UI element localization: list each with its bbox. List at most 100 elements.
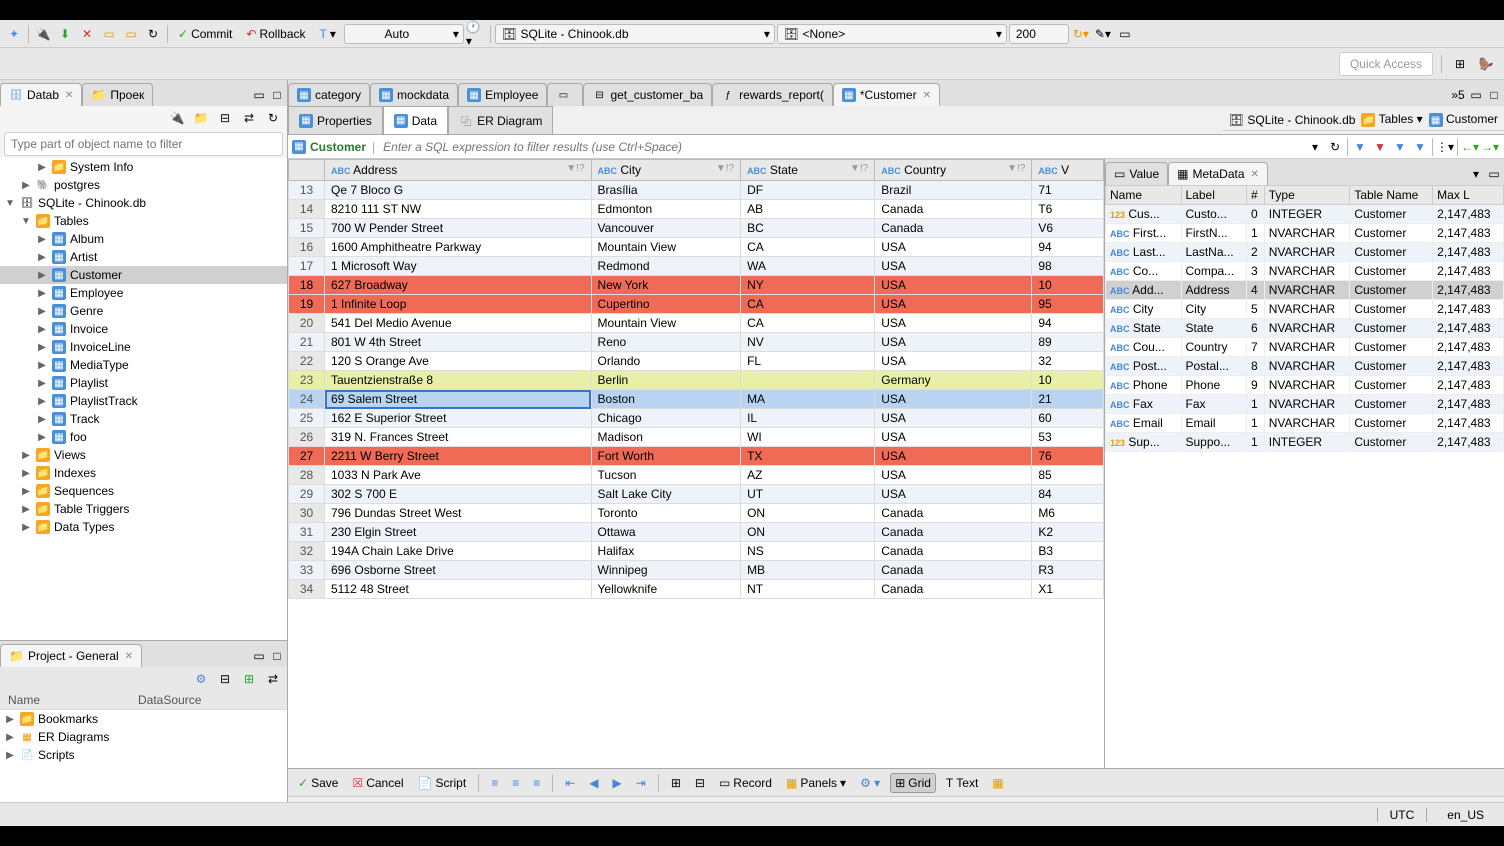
table-row[interactable]: 18627 BroadwayNew YorkNYUSA10 [289,276,1104,295]
table-row[interactable]: 15700 W Pender StreetVancouverBCCanadaV6 [289,219,1104,238]
database-tree[interactable]: ▶📁System Info▶🐘postgres▼🗄SQLite - Chinoo… [0,158,287,640]
table-row[interactable]: 281033 N Park AveTucsonAZUSA85 [289,466,1104,485]
tab-database[interactable]: 🗄Datab✕ [0,83,82,106]
config-icon[interactable]: ⚙ ▾ [856,774,884,792]
commit-button[interactable]: ✓Commit [172,27,238,41]
tree-table-genre[interactable]: ▶▦Genre [0,302,287,320]
filter-custom-icon[interactable]: ▼ [1410,137,1430,157]
data-grid[interactable]: ABC Address▼!?ABC City▼!?ABC State▼!?ABC… [288,159,1104,768]
breadcrumb-db[interactable]: 🗄 SQLite - Chinook.db [1229,113,1356,127]
tab-project-general[interactable]: 📁Project - General✕ [0,644,142,667]
delete-row-icon[interactable]: ⊟ [691,774,709,792]
table-row[interactable]: 33696 Osborne StreetWinnipegMBCanadaR3 [289,561,1104,580]
tree-sysinfo[interactable]: ▶📁System Info [0,158,287,176]
tab-data[interactable]: ▦Data [383,106,448,134]
script-button[interactable]: 📄Script [414,774,471,792]
locale-label[interactable]: en_US [1447,808,1484,822]
table-row[interactable]: 21801 W 4th StreetRenoNVUSA89 [289,333,1104,352]
meta-row[interactable]: ABC CityCity5NVARCHARCustomer2,147,483 [1106,300,1504,319]
schema-select[interactable]: 🗄 <None> [777,24,1007,44]
table-row[interactable]: 23Tauentzienstraße 8BerlinGermany10 [289,371,1104,390]
table-row[interactable]: 22120 S Orange AveOrlandoFLUSA32 [289,352,1104,371]
new-connection-icon[interactable]: ✦ [4,24,24,44]
tab-er-diagram[interactable]: ⿻ER Diagram [448,106,553,134]
tree-views[interactable]: ▶📁Views [0,446,287,464]
rollback-button[interactable]: ↶Rollback [240,27,311,41]
collapse-icon[interactable]: ⊟ [215,108,235,128]
auto-select[interactable]: Auto [344,24,464,44]
dbeaver-icon[interactable]: 🦫 [1476,54,1496,74]
refresh-data-icon[interactable]: ↻ [1325,137,1345,157]
tab-project[interactable]: 📁Проек [82,83,153,106]
meta-col-#[interactable]: # [1246,186,1264,205]
record-button[interactable]: ▭Record [715,774,776,792]
editor-tab-3[interactable]: ▭ [547,83,583,106]
collapse-icon[interactable]: ⊟ [215,669,235,689]
scripts-item[interactable]: ▶📄Scripts [0,746,287,764]
disconnect-icon[interactable]: ✕ [77,24,97,44]
history-icon[interactable]: 🕐▾ [466,24,486,44]
save-button[interactable]: ✓Save [294,774,342,792]
minimize-icon[interactable]: ▭ [1468,88,1484,104]
align-left-icon[interactable]: ≡ [487,774,502,792]
table-row[interactable]: 13Qe 7 Bloco GBrasíliaDFBrazil71 [289,181,1104,200]
meta-row[interactable]: ABC Add...Address4NVARCHARCustomer2,147,… [1106,281,1504,300]
table-row[interactable]: 29302 S 700 ESalt Lake CityUTUSA84 [289,485,1104,504]
cancel-button[interactable]: ☒Cancel [348,774,407,792]
col-header-city[interactable]: ABC City▼!? [591,160,741,181]
forward-icon[interactable]: →▾ [1480,137,1500,157]
tree-table-artist[interactable]: ▶▦Artist [0,248,287,266]
table-row[interactable]: 345112 48 StreetYellowknifeNTCanadaX1 [289,580,1104,599]
tree-filter-input[interactable] [4,132,283,156]
meta-col-Type[interactable]: Type [1264,186,1350,205]
meta-row[interactable]: 123 Cus...Custo...0INTEGERCustomer2,147,… [1106,205,1504,224]
close-icon[interactable]: ✕ [65,90,73,101]
grid-view-button[interactable]: ⊞Grid [890,773,936,793]
maximize-icon[interactable]: □ [269,88,285,104]
minimize-icon[interactable]: ▭ [1486,167,1502,183]
tree-sqlite[interactable]: ▼🗄SQLite - Chinook.db [0,194,287,212]
tree-tables[interactable]: ▼📁Tables [0,212,287,230]
table-row[interactable]: 171 Microsoft WayRedmondWAUSA98 [289,257,1104,276]
meta-row[interactable]: ABC Co...Compa...3NVARCHARCustomer2,147,… [1106,262,1504,281]
filter-save-icon[interactable]: ▼ [1390,137,1410,157]
align-right-icon[interactable]: ≡ [529,774,544,792]
refresh-icon[interactable]: ↻▾ [1071,24,1091,44]
highlight-icon[interactable]: ✎▾ [1093,24,1113,44]
tree-indexes[interactable]: ▶📁Indexes [0,464,287,482]
tab-value[interactable]: ▭Value [1105,162,1168,185]
sql-filter-input[interactable] [381,138,1305,156]
maximize-icon[interactable]: □ [269,649,285,665]
sql-console-icon[interactable]: ▭ [121,24,141,44]
meta-row[interactable]: ABC Post...Postal...8NVARCHARCustomer2,1… [1106,357,1504,376]
table-row[interactable]: 2469 Salem StreetBostonMAUSA21 [289,390,1104,409]
timezone-label[interactable]: UTC [1377,808,1428,822]
tree-datatypes[interactable]: ▶📁Data Types [0,518,287,536]
settings-icon[interactable]: ⚙ [191,669,211,689]
filter-clear-icon[interactable]: ▼ [1370,137,1390,157]
col-header-country[interactable]: ABC Country▼!? [875,160,1032,181]
refresh-tree-icon[interactable]: ↻ [263,108,283,128]
quick-access-input[interactable]: Quick Access [1339,52,1433,76]
perspective-icon[interactable]: ⊞ [1450,54,1470,74]
editor-tab-0[interactable]: ▦category [288,83,370,106]
table-row[interactable]: 26319 N. Frances StreetMadisonWIUSA53 [289,428,1104,447]
meta-col-Name[interactable]: Name [1106,186,1182,205]
tree-table-album[interactable]: ▶▦Album [0,230,287,248]
tree-table-track[interactable]: ▶▦Track [0,410,287,428]
editor-tab-2[interactable]: ▦Employee [458,83,547,106]
prev-page-icon[interactable]: ◀ [585,774,602,792]
first-page-icon[interactable]: ⇤ [561,774,579,792]
filter-icon[interactable]: ▼ [1350,137,1370,157]
back-icon[interactable]: ←▾ [1460,137,1480,157]
meta-row[interactable]: ABC Cou...Country7NVARCHARCustomer2,147,… [1106,338,1504,357]
maximize-icon[interactable]: □ [1486,88,1502,104]
tree-table-employee[interactable]: ▶▦Employee [0,284,287,302]
col-header-v[interactable]: ABC V [1032,160,1104,181]
meta-col-Table Name[interactable]: Table Name [1350,186,1433,205]
meta-row[interactable]: ABC StateState6NVARCHARCustomer2,147,483 [1106,319,1504,338]
tab-metadata[interactable]: ▦MetaData✕ [1168,162,1268,185]
tree-table-mediatype[interactable]: ▶▦MediaType [0,356,287,374]
minimize-icon[interactable]: ▭ [251,649,267,665]
last-page-icon[interactable]: ⇥ [632,774,650,792]
